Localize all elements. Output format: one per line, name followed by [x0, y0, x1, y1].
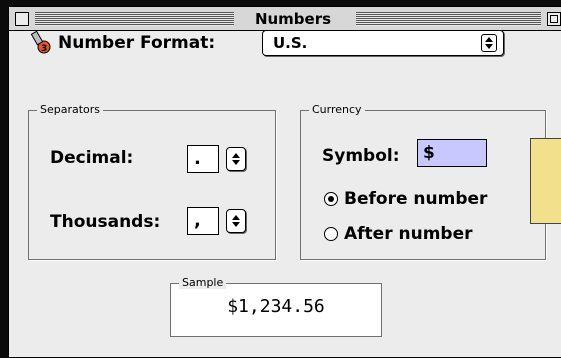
separators-group-label: Separators — [37, 103, 104, 116]
decimal-field[interactable]: . — [187, 145, 219, 173]
title-bar[interactable]: Numbers — [9, 7, 561, 31]
title-stripes-right — [356, 12, 541, 26]
after-number-option[interactable]: After number — [324, 224, 473, 244]
window-title: Numbers — [234, 9, 352, 29]
sticky-note[interactable] — [530, 138, 561, 224]
radio-unselected-icon[interactable] — [324, 227, 338, 241]
number-format-icon: 3 — [30, 30, 51, 54]
currency-group-label: Currency — [309, 103, 365, 116]
decimal-popup-arrow-icon[interactable] — [226, 147, 246, 171]
decimal-label: Decimal: — [50, 148, 134, 168]
symbol-label: Symbol: — [322, 146, 400, 166]
sample-box: Sample $1,234.56 — [170, 276, 382, 337]
zoom-box-icon[interactable] — [547, 12, 561, 26]
thousands-label: Thousands: — [50, 212, 161, 232]
updown-arrows-icon — [481, 34, 497, 52]
before-number-option[interactable]: Before number — [324, 189, 487, 209]
after-number-label: After number — [344, 224, 473, 244]
number-format-popup[interactable]: U.S. — [262, 30, 504, 56]
svg-text:3: 3 — [41, 44, 47, 54]
before-number-label: Before number — [344, 189, 488, 209]
close-box-icon[interactable] — [15, 12, 29, 26]
number-format-value: U.S. — [273, 34, 308, 52]
symbol-field[interactable]: $ — [417, 139, 487, 167]
sample-value: $1,234.56 — [227, 296, 325, 317]
thousands-popup-arrow-icon[interactable] — [226, 209, 246, 233]
thousands-field[interactable]: , — [187, 207, 219, 235]
sample-label: Sample — [179, 276, 227, 289]
number-format-label: Number Format: — [58, 33, 216, 53]
radio-selected-icon[interactable] — [324, 192, 338, 206]
separators-group: Separators — [28, 103, 276, 260]
